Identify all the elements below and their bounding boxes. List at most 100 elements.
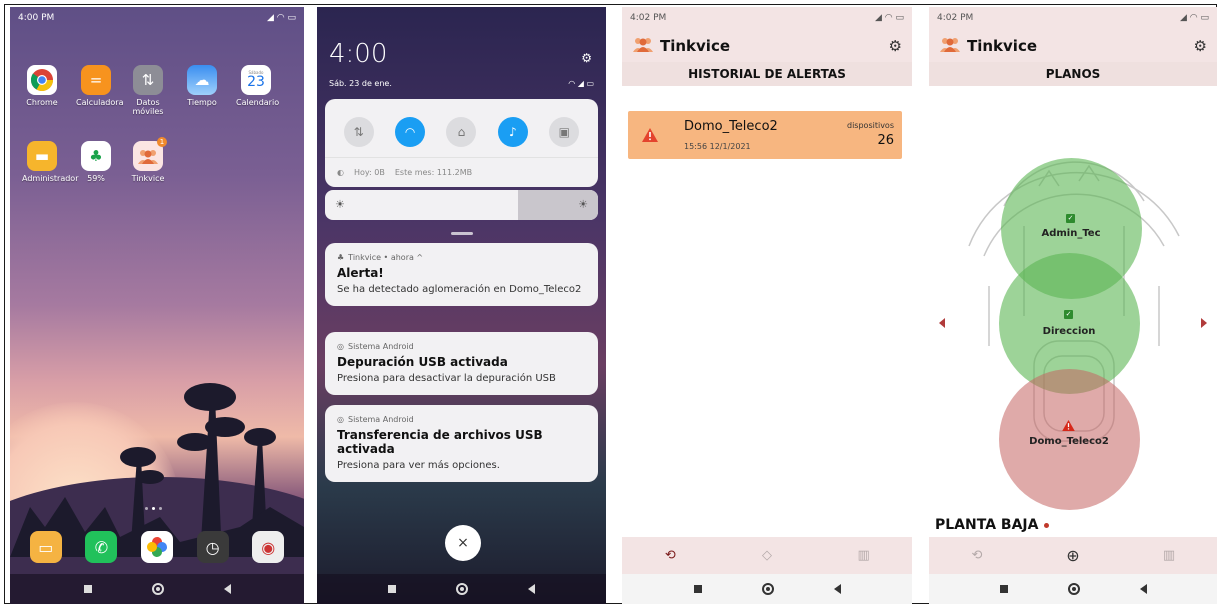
app-title: Tinkvice <box>660 36 731 55</box>
trees-silhouette <box>10 383 304 557</box>
app-weather[interactable]: ☁ Tiempo <box>182 65 222 107</box>
usage-icon: ◐ <box>337 168 344 177</box>
app-title: Tinkvice <box>967 36 1038 55</box>
floor-indicator-dot <box>1044 522 1050 528</box>
section-title: PLANOS <box>929 62 1217 86</box>
home-button[interactable] <box>151 583 164 595</box>
tinkvice-logo-icon <box>939 36 961 56</box>
home-screen: 4:00 PM ◢ ◠ ▭ Chrome = Calculadora ⇅ Dat… <box>10 7 304 604</box>
status-bar: 4:02 PM ◢ ◠ ▭ <box>929 7 1217 29</box>
app-calculator[interactable]: = Calculadora <box>76 65 123 107</box>
history-tab-icon[interactable]: ⟲ <box>655 548 685 563</box>
app-file-manager[interactable]: ▬ Administrador <box>22 141 78 183</box>
notification-usb-transfer[interactable]: ◎ Sistema Android Transferencia de archiv… <box>325 405 598 482</box>
shade-drag-handle[interactable] <box>451 232 473 235</box>
back-button[interactable] <box>223 584 231 594</box>
app-tinkvice[interactable]: 1 Tinkvice <box>128 137 168 183</box>
bottom-nav: ⟲ ⊕ ▥ <box>929 537 1217 574</box>
section-title: HISTORIAL DE ALERTAS <box>622 62 912 86</box>
silent-toggle-icon[interactable]: ♪ <box>497 117 528 147</box>
mobile-data-toggle-icon[interactable]: ⇅ <box>343 117 374 147</box>
map-tab-icon[interactable]: ⊕ <box>1058 546 1088 565</box>
home-button[interactable] <box>1067 583 1080 595</box>
app-chrome[interactable]: Chrome <box>22 65 62 107</box>
recents-button[interactable] <box>999 585 1008 593</box>
home-button[interactable] <box>761 583 774 595</box>
notification-usb-debug[interactable]: ◎ Sistema Android Depuración USB activada… <box>325 332 598 395</box>
app-bar: Tinkvice ⚙ <box>929 29 1217 62</box>
chrome-icon <box>27 65 57 95</box>
settings-icon[interactable]: ⚙ <box>889 37 902 55</box>
bottom-nav: ⟲ ◇ ▥ <box>622 537 912 574</box>
home-button[interactable] <box>456 583 468 595</box>
recents-button[interactable] <box>388 585 396 593</box>
warning-icon <box>1062 420 1075 431</box>
tinkvice-logo-icon <box>632 36 654 56</box>
notification-tinkvice[interactable]: ♣ Tinkvice • ahora ^ Alerta! Se ha detect… <box>325 243 598 306</box>
tinkvice-icon: 1 <box>133 137 167 171</box>
building-tab-icon[interactable]: ▥ <box>849 548 879 563</box>
status-icons: ◢ ◠ ▭ <box>875 13 904 23</box>
ok-check-icon: ✓ <box>1064 310 1073 319</box>
clear-all-button[interactable]: × <box>445 525 481 561</box>
dock: ▭ ✆ ◷ ◉ <box>10 531 304 563</box>
floor-plan-map: ✓ Admin_Tec ✓ Direccion Domo_Teleco2 PLA… <box>929 86 1217 537</box>
brightness-slider[interactable]: ☀ ☀ <box>325 190 598 220</box>
app-cleaner[interactable]: ♣ 59% <box>76 141 116 183</box>
map-tab-icon[interactable]: ◇ <box>752 548 782 563</box>
next-floor-arrow-icon[interactable] <box>1201 318 1207 328</box>
devices-count: 26 <box>877 133 894 148</box>
data-usage: ◐ Hoy: 0B Este mes: 111.2MB <box>325 157 598 187</box>
weather-icon: ☁ <box>187 65 217 95</box>
flashlight-toggle-icon[interactable]: ⌂ <box>446 117 477 147</box>
shade-status-icons: ◠ ◢ ▭ <box>568 79 594 88</box>
status-bar: 4:00 PM ◢ ◠ ▭ <box>10 7 304 29</box>
system-nav-bar <box>929 574 1217 604</box>
back-button[interactable] <box>528 584 535 594</box>
back-button[interactable] <box>1139 584 1147 594</box>
history-tab-icon[interactable]: ⟲ <box>962 548 992 563</box>
quick-settings-panel: ⇅ ◠ ⌂ ♪ ▣ ◐ Hoy: 0B Este mes: 111.2MB <box>325 99 598 187</box>
calculator-icon: = <box>81 65 111 95</box>
zone-label-direccion: Direccion <box>1042 326 1096 337</box>
shade-date: Sáb. 23 de ene. <box>329 79 392 88</box>
system-nav-bar <box>10 574 304 604</box>
building-tab-icon[interactable]: ▥ <box>1154 548 1184 563</box>
system-nav-bar <box>622 574 912 604</box>
android-icon: ◎ <box>337 415 344 424</box>
status-time: 4:02 PM <box>630 13 667 23</box>
folder-icon: ▬ <box>27 141 57 171</box>
brightness-low-icon: ☀ <box>335 198 345 211</box>
settings-icon[interactable]: ⚙ <box>581 51 592 65</box>
camera-icon[interactable]: ◉ <box>252 531 285 563</box>
notes-icon[interactable]: ▭ <box>29 531 62 563</box>
phone-icon[interactable]: ✆ <box>85 531 118 563</box>
screenshot-toggle-icon[interactable]: ▣ <box>549 117 580 147</box>
floor-label: PLANTA BAJA <box>935 517 1050 533</box>
settings-icon[interactable]: ⚙ <box>1194 37 1207 55</box>
calendar-icon: Sábado 23 <box>241 65 271 95</box>
recents-button[interactable] <box>83 585 92 593</box>
status-time: 4:02 PM <box>937 13 974 23</box>
notification-badge: 1 <box>157 137 167 147</box>
recents-button[interactable] <box>693 585 702 593</box>
alert-timestamp: 15:56 12/1/2021 <box>684 142 751 151</box>
alert-item[interactable]: Domo_Teleco2 15:56 12/1/2021 dispositivo… <box>628 111 902 159</box>
app-mobile-data[interactable]: ⇅ Datos móviles <box>128 65 168 116</box>
back-button[interactable] <box>833 584 841 594</box>
app-calendar[interactable]: Sábado 23 Calendario <box>236 65 279 107</box>
previous-floor-arrow-icon[interactable] <box>939 318 945 328</box>
shade-clock: 4:00 <box>329 39 388 69</box>
notification-shade: 4:00 ⚙ Sáb. 23 de ene. ◠ ◢ ▭ ⇅ ◠ ⌂ ♪ ▣ ◐… <box>317 7 606 604</box>
system-nav-bar <box>317 574 606 604</box>
status-bar: 4:02 PM ◢ ◠ ▭ <box>622 7 912 29</box>
android-icon: ◎ <box>337 342 344 351</box>
clock-icon[interactable]: ◷ <box>196 531 229 563</box>
mobile-data-icon: ⇅ <box>133 65 163 95</box>
status-icons: ◢ ◠ ▭ <box>267 13 296 23</box>
wifi-toggle-icon[interactable]: ◠ <box>395 117 426 147</box>
brightness-high-icon: ☀ <box>578 198 588 211</box>
alert-history-screen: 4:02 PM ◢ ◠ ▭ Tinkvice ⚙ HISTORIAL DE AL… <box>622 7 912 604</box>
photos-icon[interactable] <box>140 531 173 563</box>
devices-label: dispositivos <box>847 121 894 130</box>
